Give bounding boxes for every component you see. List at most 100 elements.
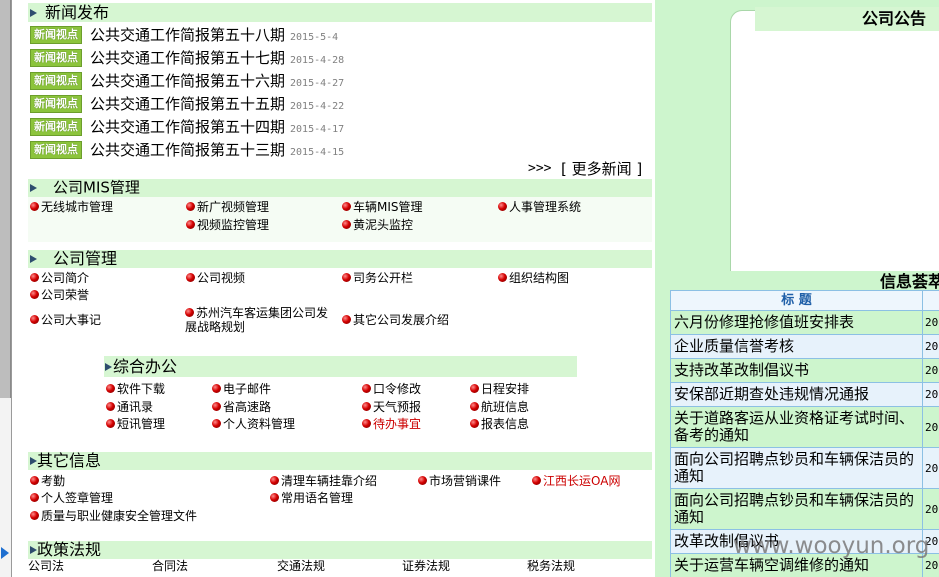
link-label[interactable]: 视频监控管理 — [197, 218, 269, 232]
personal-seal-link[interactable]: 个人签章管理 — [30, 491, 113, 505]
flight-info-link[interactable]: 航班信息 — [470, 400, 529, 414]
link-label[interactable]: 软件下载 — [117, 382, 165, 396]
mis-video-surveillance-link[interactable]: 视频监控管理 — [186, 218, 269, 232]
table-row[interactable]: 改革改制倡议书 201 — [670, 529, 939, 554]
info-title-link[interactable]: 面向公司招聘点钞员和车辆保洁员的通知 — [670, 488, 923, 530]
company-honors-link[interactable]: 公司荣誉 — [30, 288, 89, 302]
more-news-link[interactable]: [ 更多新闻 ] — [561, 160, 642, 178]
table-row[interactable]: 关于运营车辆空调维修的通知 201 — [670, 553, 939, 577]
company-video-link[interactable]: 公司视频 — [186, 271, 245, 285]
link-label[interactable]: 常用语名管理 — [281, 491, 353, 505]
table-row[interactable]: 支持改革改制倡议书 201 — [670, 358, 939, 383]
jiangxi-oa-link[interactable]: 江西长运OA网 — [532, 474, 620, 488]
link-label[interactable]: 天气预报 — [373, 400, 421, 414]
news-item[interactable]: 公共交通工作简报第五十八期 2015-5-4 — [90, 25, 338, 45]
schedule-link[interactable]: 日程安排 — [470, 382, 529, 396]
table-row[interactable]: 企业质量信誉考核 201 — [670, 334, 939, 359]
news-item[interactable]: 公共交通工作简报第五十六期 2015-4-27 — [90, 71, 344, 91]
link-label[interactable]: 公司荣誉 — [41, 288, 89, 302]
news-title-link[interactable]: 公共交通工作简报第五十五期 — [90, 95, 285, 113]
mis-wireless-city-link[interactable]: 无线城市管理 — [30, 200, 113, 214]
info-title-link[interactable]: 六月份修理抢修值班安排表 — [670, 310, 923, 335]
link-label[interactable]: 个人签章管理 — [41, 491, 113, 505]
link-label[interactable]: 通讯录 — [117, 400, 153, 414]
news-item[interactable]: 公共交通工作简报第五十三期 2015-4-15 — [90, 140, 344, 160]
quality-safety-docs-link[interactable]: 质量与职业健康安全管理文件 — [30, 509, 197, 523]
password-change-link[interactable]: 口令修改 — [362, 382, 421, 396]
link-label[interactable]: 考勤 — [41, 474, 65, 488]
company-profile-link[interactable]: 公司简介 — [30, 271, 89, 285]
company-law-link[interactable]: 公司法 — [28, 559, 64, 573]
address-book-link[interactable]: 通讯录 — [106, 400, 153, 414]
info-title-link[interactable]: 关于运营车辆空调维修的通知 — [670, 553, 923, 577]
info-title-link[interactable]: 面向公司招聘点钞员和车辆保洁员的通知 — [670, 447, 923, 489]
other-development-link[interactable]: 其它公司发展介绍 — [342, 313, 449, 327]
sms-management-link[interactable]: 短讯管理 — [106, 417, 165, 431]
info-title-link[interactable]: 企业质量信誉考核 — [670, 334, 923, 359]
link-label[interactable]: 省高速路 — [223, 400, 271, 414]
link-label[interactable]: 黄泥头监控 — [353, 218, 413, 232]
mis-hr-system-link[interactable]: 人事管理系统 — [498, 200, 581, 214]
link-label[interactable]: 江西长运OA网 — [543, 474, 620, 488]
link-label[interactable]: 日程安排 — [481, 382, 529, 396]
table-row[interactable]: 安保部近期查处违规情况通报 201 — [670, 382, 939, 407]
highway-link[interactable]: 省高速路 — [212, 400, 271, 414]
link-label[interactable]: 无线城市管理 — [41, 200, 113, 214]
news-title-link[interactable]: 公共交通工作简报第五十六期 — [90, 72, 285, 90]
email-link[interactable]: 电子邮件 — [212, 382, 271, 396]
traffic-regulations-link[interactable]: 交通法规 — [277, 559, 325, 573]
table-row[interactable]: 面向公司招聘点钞员和车辆保洁员的通知 201 — [670, 447, 939, 489]
marketing-courseware-link[interactable]: 市场营销课件 — [418, 474, 501, 488]
link-label[interactable]: 新广视频管理 — [197, 200, 269, 214]
common-phrases-link[interactable]: 常用语名管理 — [270, 491, 353, 505]
left-scrollbar-thumb[interactable] — [0, 0, 11, 398]
company-milestones-link[interactable]: 公司大事记 — [30, 313, 101, 327]
vehicle-affiliation-cleanup-link[interactable]: 清理车辆挂靠介绍 — [270, 474, 377, 488]
contract-law-link[interactable]: 合同法 — [152, 559, 188, 573]
reports-link[interactable]: 报表信息 — [470, 417, 529, 431]
link-label[interactable]: 公司大事记 — [41, 313, 101, 327]
link-label[interactable]: 苏州汽车客运集团公司发展战略规划 — [185, 306, 328, 334]
info-title-link[interactable]: 关于道路客运从业资格证考试时间、备考的通知 — [670, 406, 923, 448]
link-label[interactable]: 短讯管理 — [117, 417, 165, 431]
news-item[interactable]: 公共交通工作简报第五十四期 2015-4-17 — [90, 117, 344, 137]
news-title-link[interactable]: 公共交通工作简报第五十四期 — [90, 118, 285, 136]
news-title-link[interactable]: 公共交通工作简报第五十三期 — [90, 141, 285, 159]
attendance-link[interactable]: 考勤 — [30, 474, 65, 488]
securities-regulations-link[interactable]: 证券法规 — [402, 559, 450, 573]
software-download-link[interactable]: 软件下载 — [106, 382, 165, 396]
table-row[interactable]: 面向公司招聘点钞员和车辆保洁员的通知 201 — [670, 488, 939, 530]
link-label[interactable]: 清理车辆挂靠介绍 — [281, 474, 377, 488]
news-item[interactable]: 公共交通工作简报第五十七期 2015-4-28 — [90, 48, 344, 68]
link-label[interactable]: 组织结构图 — [509, 271, 569, 285]
link-label[interactable]: 质量与职业健康安全管理文件 — [41, 509, 197, 523]
link-label[interactable]: 报表信息 — [481, 417, 529, 431]
mis-mud-truck-monitor-link[interactable]: 黄泥头监控 — [342, 218, 413, 232]
link-label[interactable]: 航班信息 — [481, 400, 529, 414]
table-row[interactable]: 六月份修理抢修值班安排表 201 — [670, 310, 939, 335]
profile-management-link[interactable]: 个人资料管理 — [212, 417, 295, 431]
link-label[interactable]: 公司简介 — [41, 271, 89, 285]
link-label[interactable]: 公司视频 — [197, 271, 245, 285]
link-label[interactable]: 电子邮件 — [223, 382, 271, 396]
info-title-link[interactable]: 改革改制倡议书 — [670, 529, 923, 554]
link-label[interactable]: 司务公开栏 — [353, 271, 413, 285]
link-label[interactable]: 车辆MIS管理 — [353, 200, 423, 214]
link-label[interactable]: 其它公司发展介绍 — [353, 313, 449, 327]
info-title-link[interactable]: 支持改革改制倡议书 — [670, 358, 923, 383]
info-title-link[interactable]: 安保部近期查处违规情况通报 — [670, 382, 923, 407]
mis-xinguang-video-link[interactable]: 新广视频管理 — [186, 200, 269, 214]
org-chart-link[interactable]: 组织结构图 — [498, 271, 569, 285]
news-title-link[interactable]: 公共交通工作简报第五十七期 — [90, 49, 285, 67]
table-row[interactable]: 关于道路客运从业资格证考试时间、备考的通知 201 — [670, 406, 939, 448]
news-title-link[interactable]: 公共交通工作简报第五十八期 — [90, 26, 285, 44]
mis-vehicle-mis-link[interactable]: 车辆MIS管理 — [342, 200, 423, 214]
todo-link[interactable]: 待办事宜 — [362, 417, 421, 431]
link-label[interactable]: 市场营销课件 — [429, 474, 501, 488]
link-label[interactable]: 人事管理系统 — [509, 200, 581, 214]
tax-regulations-link[interactable]: 税务法规 — [527, 559, 575, 573]
company-affairs-board-link[interactable]: 司务公开栏 — [342, 271, 413, 285]
link-label[interactable]: 待办事宜 — [373, 417, 421, 431]
development-strategy-link[interactable]: 苏州汽车客运集团公司发展战略规划 — [185, 306, 333, 334]
news-item[interactable]: 公共交通工作简报第五十五期 2015-4-22 — [90, 94, 344, 114]
